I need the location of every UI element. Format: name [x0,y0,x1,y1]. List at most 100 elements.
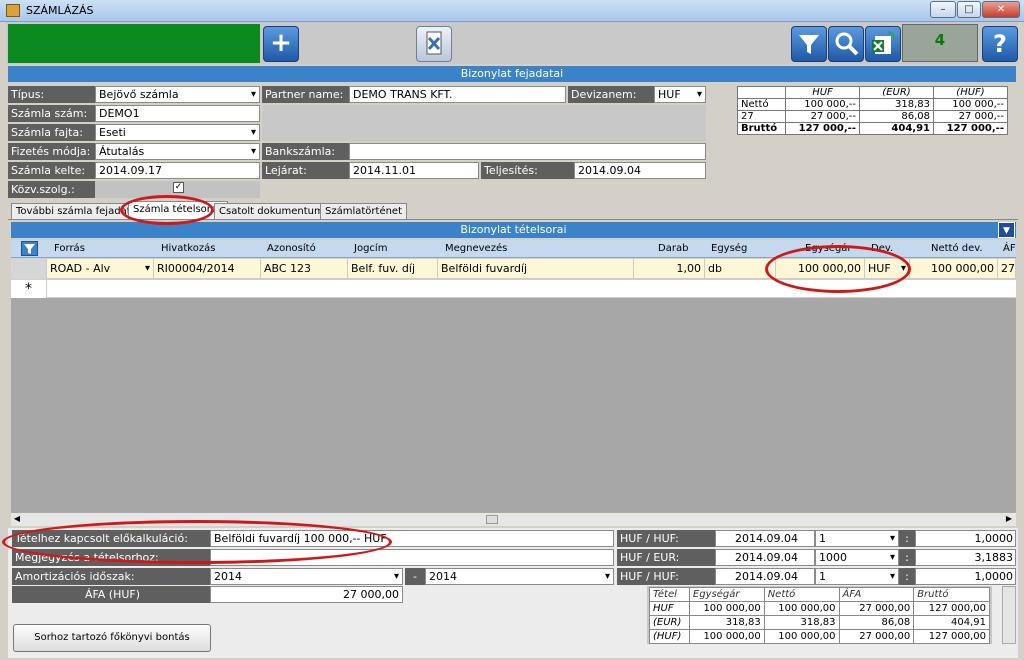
line-summary-cell: 100 000,00 [763,601,840,616]
excel-icon [872,31,895,54]
summary-cell: 100 000,-- [933,98,1008,111]
scroll-left-icon[interactable]: ◀ [11,514,23,525]
rate-value[interactable]: 1,0000 [915,530,1016,547]
line-summary-cell: 318,83 [763,615,840,630]
close-button[interactable]: ✕ [982,1,1020,18]
column-header-darab[interactable]: Darab [658,243,688,254]
column-header-megnevezes[interactable]: Megnevezés [445,243,507,254]
rate-unit-select[interactable]: 1000 [815,549,899,566]
rate-value[interactable]: 1,0000 [915,568,1016,585]
tab-szamlatortenet[interactable]: Számlatörténet [320,203,408,219]
cell-jogcim[interactable]: Belf. fuv. díj [348,259,438,279]
tipus-label: Típus: [8,86,95,103]
cell-megnevezes[interactable]: Belföldi fuvardíj [438,259,634,279]
amort-separator: - [405,568,425,585]
kelte-label: Számla kelte: [8,162,95,179]
line-summary-cell: (HUF) [649,629,690,644]
scroll-right-icon[interactable]: ▶ [1003,514,1015,525]
rate-separator: : [899,568,915,585]
fizetes-select[interactable]: Átutalás [95,143,260,160]
line-summary-cell: HUF [649,601,690,616]
summary-cell: 86,08 [859,110,934,123]
tipus-select[interactable]: Bejövő számla [95,86,260,103]
minimize-button[interactable]: – [930,1,956,18]
rate-pair-label: HUF / HUF: [617,530,715,547]
add-button[interactable]: + [263,26,299,62]
items-grid-empty-area [11,298,1016,512]
cell-azonosito[interactable]: ABC 123 [261,259,348,279]
rate-pair-label: HUF / HUF: [617,568,715,585]
rate-pair-label: HUF / EUR: [617,549,715,566]
fokonyvi-bontas-button[interactable]: Sorhoz tartozó főkönyvi bontás [13,624,211,652]
szamlaszam-input[interactable]: DEMO1 [95,105,260,122]
kozv-checkbox[interactable]: ✓ [173,182,184,193]
teljesites-input[interactable]: 2014.09.04 [574,162,706,179]
partner-input[interactable]: DEMO TRANS KFT. [349,86,566,103]
line-summary-cell: 404,91 [913,615,990,630]
rate-value[interactable]: 3,1883 [915,549,1016,566]
teljesites-label: Teljesítés: [481,162,574,179]
grid-filter-icon[interactable] [21,241,38,256]
rate-date: 2014.09.04 [715,568,815,585]
summary-cell: 127 000,-- [933,122,1008,135]
excel-export-button[interactable] [865,26,901,62]
column-header-hivatkozas[interactable]: Hivatkozás [161,243,215,254]
row-selector[interactable] [11,259,47,279]
kelte-input[interactable]: 2014.09.17 [95,162,260,179]
line-summary-cell: 100 000,00 [688,601,765,616]
line-summary-cell: 127 000,00 [913,629,990,644]
counter-display: 4 [902,24,978,62]
line-summary-panel: Tétel Egységár Nettó ÁFA Bruttó HUF 100 0… [647,586,992,644]
cell-netto-dev[interactable]: 100 000,00 [910,259,998,279]
annotation-ellipse-tab [120,195,214,225]
column-header-jogcim[interactable]: Jogcím [354,243,387,254]
maximize-button[interactable]: □ [957,1,981,18]
line-summary-header: Tétel [649,587,690,602]
filter-icon [799,35,819,54]
rate-date: 2014.09.04 [715,530,815,547]
cell-af[interactable]: 27 [998,259,1016,279]
status-green-box [8,24,260,63]
summary-cell: 27 000,-- [785,110,860,123]
annotation-ellipse-price [765,245,911,293]
line-summary-cell: 86,08 [838,615,915,630]
app-icon [6,4,20,17]
collapse-icon[interactable]: ▼ [998,222,1015,238]
search-button[interactable] [828,26,864,62]
line-summary-cell: 318,83 [688,615,765,630]
column-header-forras[interactable]: Forrás [54,243,85,254]
deviza-select[interactable]: HUF [654,86,706,103]
scroll-thumb[interactable] [486,515,498,524]
summary-header: (HUF) [933,86,1008,99]
cell-forras[interactable]: ROAD - Alv [47,259,154,279]
rate-unit-select[interactable]: 1 [815,568,899,585]
rate-unit-select[interactable]: 1 [815,530,899,547]
delete-document-button[interactable] [416,26,452,62]
cell-hivatkozas[interactable]: RI00004/2014 [154,259,261,279]
summary-cell: Nettó [737,98,786,111]
bank-input[interactable] [349,143,706,160]
annotation-ellipse-elokalk [2,520,392,564]
column-header-egyseg[interactable]: Egység [711,243,747,254]
lejarat-label: Lejárat: [262,162,349,179]
summary-cell: 100 000,-- [785,98,860,111]
filter-button[interactable] [791,26,827,62]
amort-from-select[interactable]: 2014 [210,568,403,585]
line-summary-header: Nettó [763,587,840,602]
column-header-af[interactable]: ÁF [1003,243,1016,254]
kozv-label: Közv.szolg.: [8,181,95,198]
new-row-marker: * [11,280,47,298]
cell-darab[interactable]: 1,00 [634,259,705,279]
vertical-scrollbar[interactable] [1002,586,1016,644]
fajta-select[interactable]: Eseti [95,124,260,141]
deviza-label: Devizanem: [568,86,654,103]
column-header-netto-dev[interactable]: Nettó dev. [931,243,983,254]
rate-separator: : [899,530,915,547]
help-button[interactable]: ? [982,26,1018,62]
line-summary-cell: (EUR) [649,615,690,630]
header-summary-table: HUF (EUR) (HUF) Nettó 100 000,-- 318,83 100… [737,86,1008,135]
column-header-azonosito[interactable]: Azonosító [267,243,316,254]
afa-value: 27 000,00 [210,586,403,603]
amort-to-select[interactable]: 2014 [425,568,614,585]
lejarat-input[interactable]: 2014.11.01 [349,162,479,179]
